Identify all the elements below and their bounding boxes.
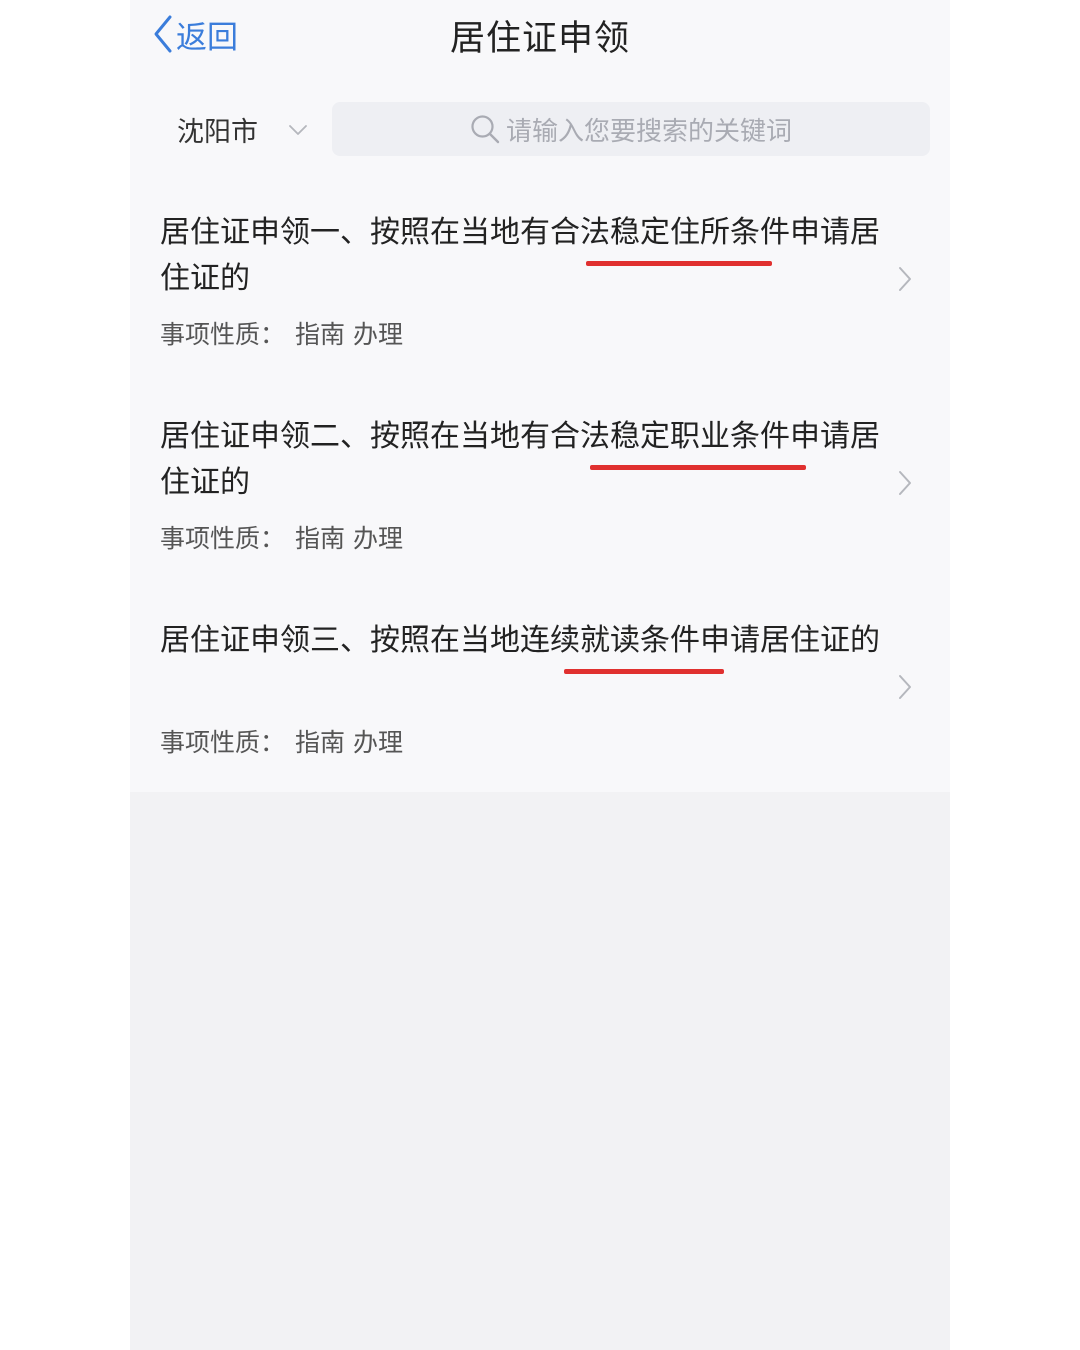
annotation-underline (564, 669, 724, 674)
search-icon (471, 115, 500, 144)
meta-label: 事项性质： (160, 320, 286, 349)
annotation-underline (590, 465, 806, 470)
meta-tag-guide: 指南 (295, 320, 346, 349)
chevron-down-icon (289, 124, 307, 135)
meta-label: 事项性质： (160, 524, 286, 553)
meta-label: 事项性质： (160, 728, 286, 757)
city-label: 沈阳市 (177, 117, 258, 148)
meta-tag-guide: 指南 (295, 524, 346, 553)
list-item[interactable]: 居住证申领二、按照在当地有合法稳定职业条件申请居住证的 事项性质： 指南 办理 (130, 394, 950, 598)
empty-area (130, 792, 950, 1350)
phone-screen: 返回 居住证申领 沈阳市 请输入您要搜索的关键词 居住证申领一、按照在当地有合法… (130, 0, 950, 1350)
list-item[interactable]: 居住证申领一、按照在当地有合法稳定住所条件申请居住证的 事项性质： 指南 办理 (130, 190, 950, 394)
nav-bar: 返回 居住证申领 (130, 0, 950, 80)
filter-bar: 沈阳市 请输入您要搜索的关键词 (130, 80, 950, 190)
meta-tag-handle: 办理 (353, 728, 404, 757)
item-meta: 事项性质： 指南 办理 (160, 315, 411, 351)
item-title: 居住证申领三、按照在当地连续就读条件申请居住证的 (160, 623, 880, 658)
meta-tag-handle: 办理 (353, 524, 404, 553)
search-input[interactable]: 请输入您要搜索的关键词 (332, 102, 930, 156)
city-selector[interactable]: 沈阳市 (177, 110, 308, 149)
item-meta: 事项性质： 指南 办理 (160, 723, 411, 759)
item-title: 居住证申领一、按照在当地有合法稳定住所条件申请居住证的 (160, 215, 880, 296)
chevron-right-icon (899, 471, 911, 495)
page-title: 居住证申领 (449, 19, 630, 59)
annotation-underline (586, 261, 772, 266)
chevron-right-icon (899, 267, 911, 291)
list-item[interactable]: 居住证申领三、按照在当地连续就读条件申请居住证的 事项性质： 指南 办理 (130, 598, 950, 802)
meta-tag-handle: 办理 (353, 320, 404, 349)
meta-tag-guide: 指南 (295, 728, 346, 757)
search-placeholder: 请输入您要搜索的关键词 (505, 116, 792, 147)
item-meta: 事项性质： 指南 办理 (160, 519, 411, 555)
item-title: 居住证申领二、按照在当地有合法稳定职业条件申请居住证的 (160, 419, 880, 500)
chevron-right-icon (899, 675, 911, 699)
service-list: 居住证申领一、按照在当地有合法稳定住所条件申请居住证的 事项性质： 指南 办理 居住… (130, 190, 950, 802)
